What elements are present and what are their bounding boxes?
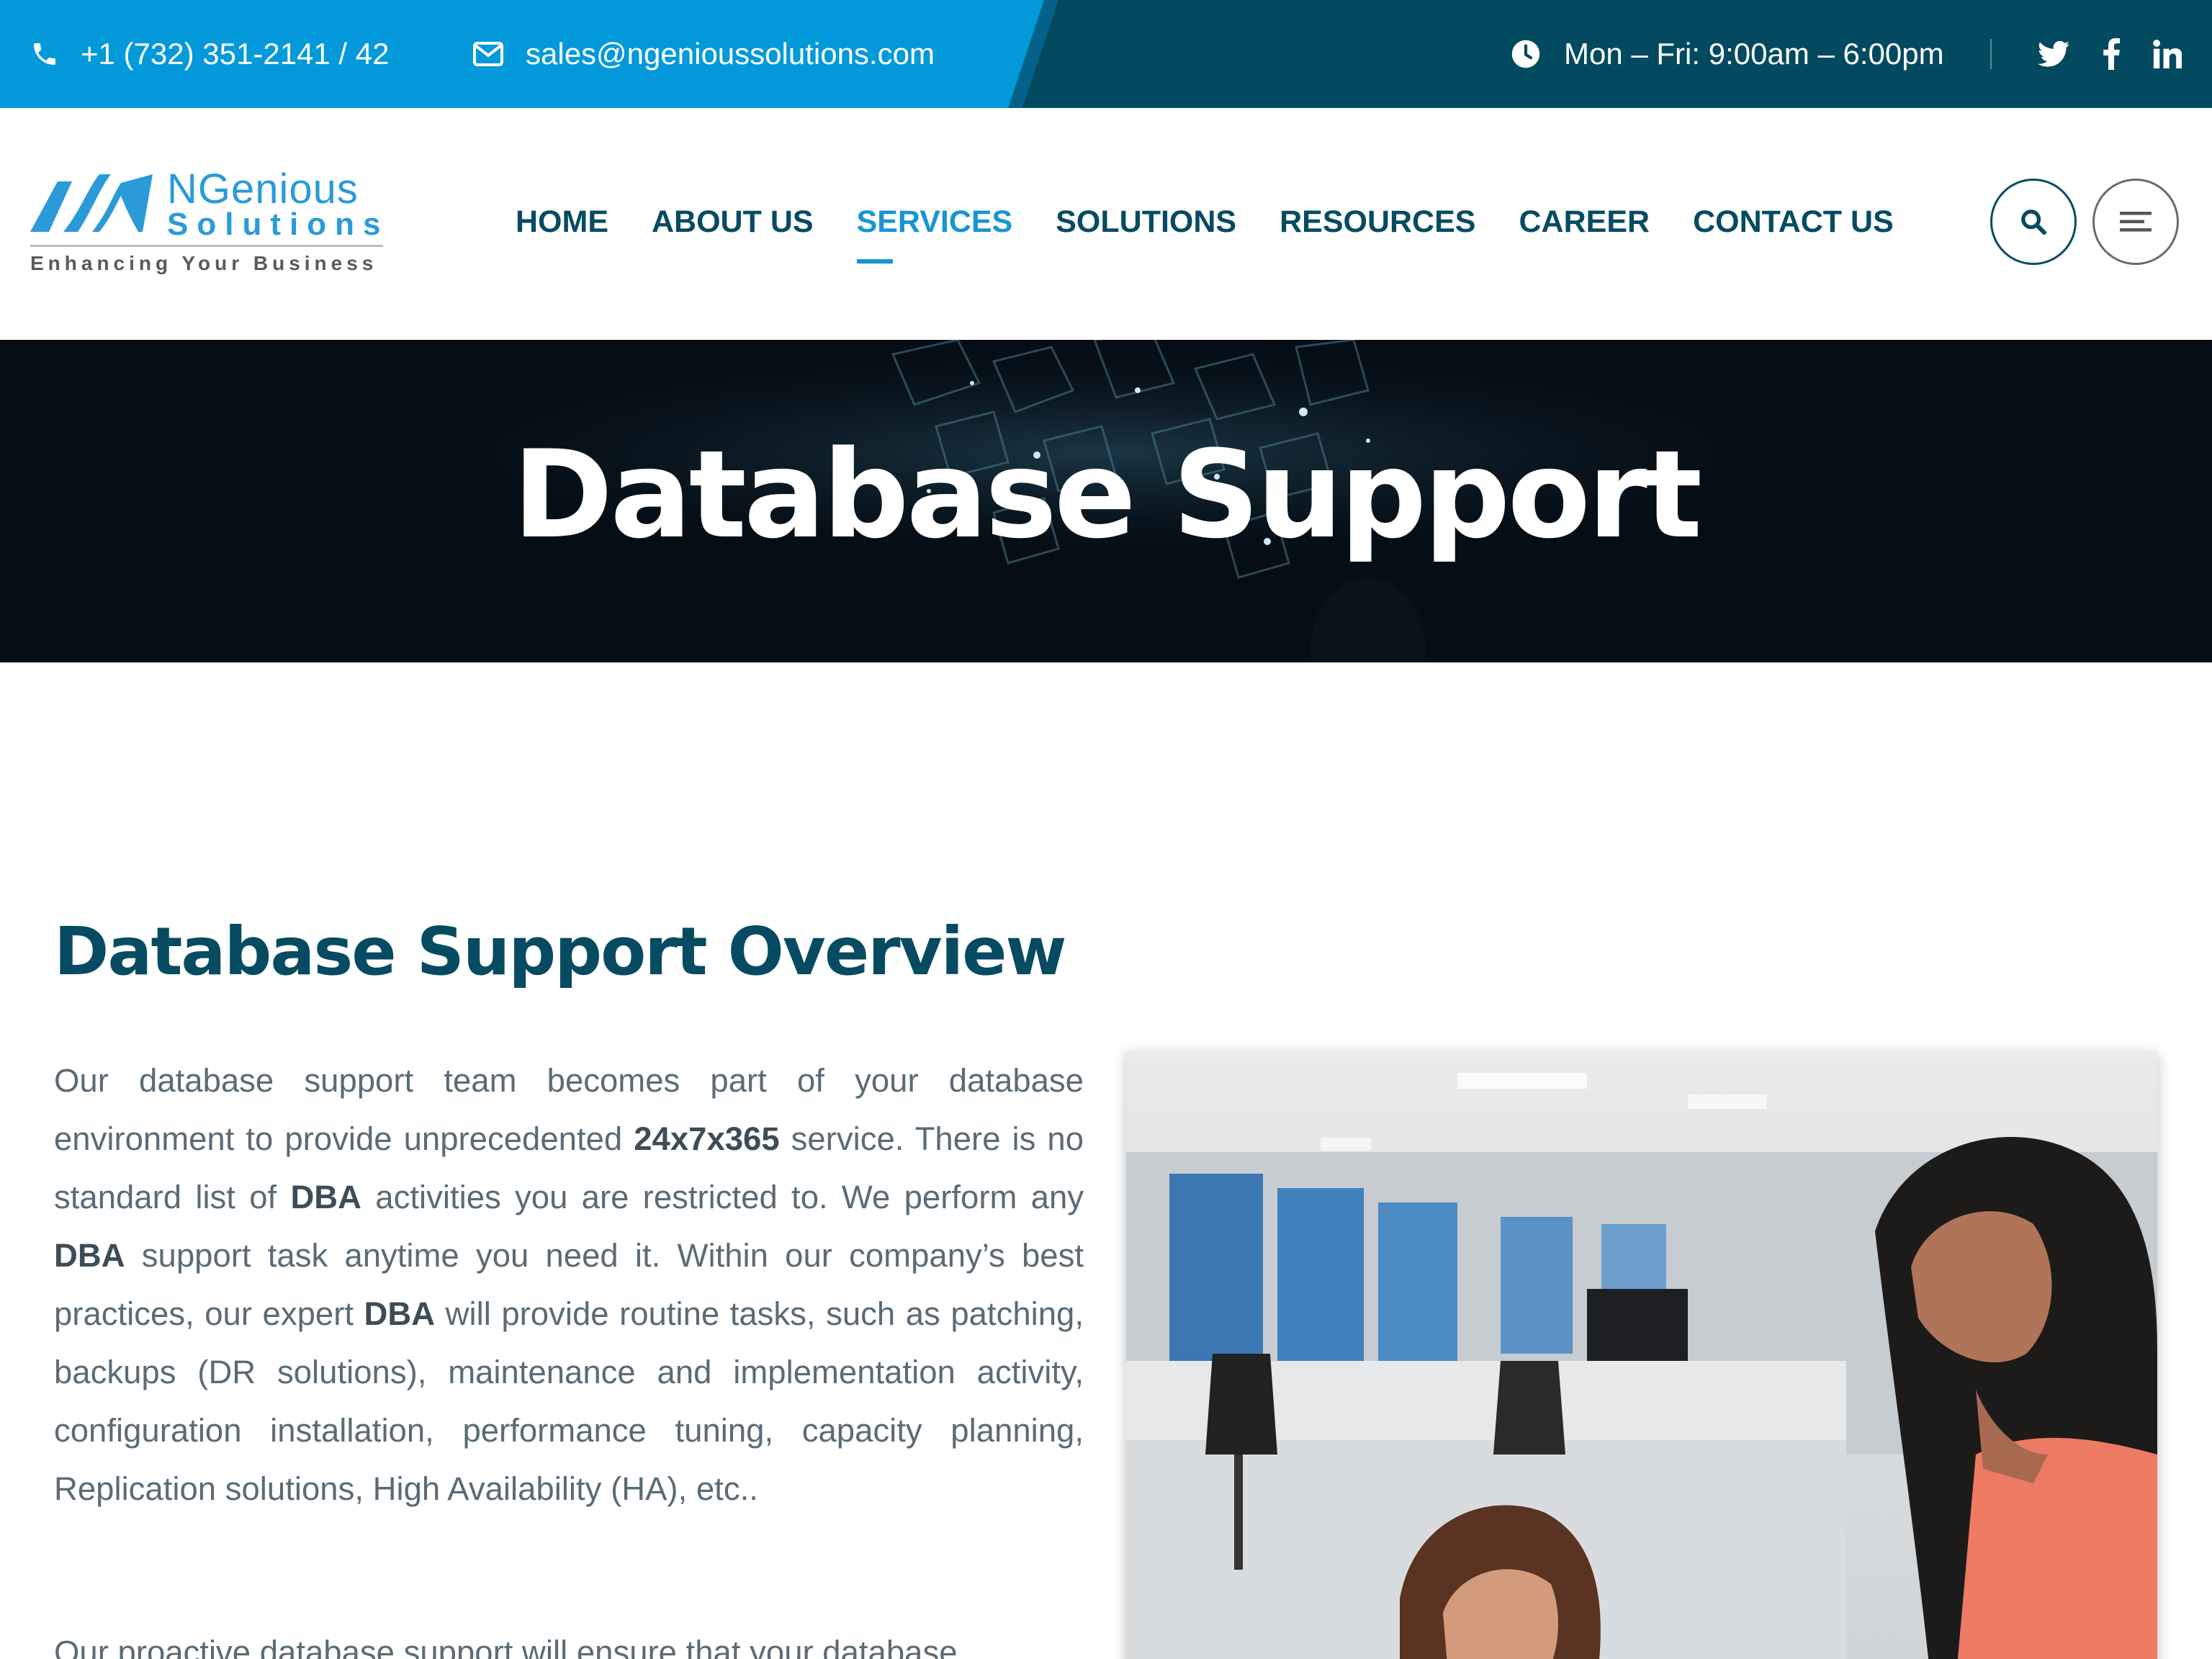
overview-paragraph: Our database support team becomes part o… <box>54 1051 1084 1518</box>
logo-underline <box>30 245 383 247</box>
business-hours: Mon – Fri: 9:00am – 6:00pm <box>1564 37 1944 71</box>
nav-home[interactable]: HOME <box>516 200 608 243</box>
overview-bold-2: DBA <box>290 1179 362 1215</box>
office-photo <box>1126 1051 2157 1659</box>
logo-mark-icon <box>30 174 153 232</box>
clock-icon <box>1511 40 1540 68</box>
linkedin-icon <box>2153 40 2182 68</box>
email-address: sales@ngenioussolutions.com <box>526 37 935 71</box>
overview-bold-3: DBA <box>54 1237 125 1274</box>
nav-resources[interactable]: RESOURCES <box>1280 200 1475 243</box>
search-icon <box>2021 210 2046 235</box>
main-navigation: HOME ABOUT US SERVICES SOLUTIONS RESOURC… <box>516 200 1937 264</box>
logo-line2: Solutions <box>167 207 390 242</box>
linkedin-link[interactable] <box>2146 0 2189 108</box>
phone-number: +1 (732) 351-2141 / 42 <box>81 37 390 71</box>
envelope-icon <box>473 42 503 66</box>
menu-button[interactable] <box>2092 179 2179 265</box>
logo-tagline: Enhancing Your Business <box>30 252 378 274</box>
topbar-phone[interactable]: +1 (732) 351-2141 / 42 <box>30 0 390 108</box>
page-hero-banner: Database Support <box>0 340 2212 662</box>
section-title: Database Support Overview <box>54 913 1067 990</box>
site-header: NGenious Solutions Enhancing Your Busine… <box>0 108 2212 340</box>
overview-bold-1: 24x7x365 <box>634 1120 780 1157</box>
search-button[interactable] <box>1990 179 2077 265</box>
office-photo-image <box>1126 1051 2157 1659</box>
hamburger-menu-icon <box>2120 212 2152 232</box>
overview-bold-4: DBA <box>364 1295 436 1332</box>
facebook-icon <box>2103 38 2120 70</box>
logo-wordmark: NGenious Solutions <box>167 167 389 240</box>
overview-text-3: activities you are restricted to. We per… <box>361 1179 1084 1215</box>
top-info-bar: +1 (732) 351-2141 / 42 sales@ngenioussol… <box>0 0 2212 108</box>
company-logo[interactable]: NGenious Solutions Enhancing Your Busine… <box>30 167 390 282</box>
nav-solutions[interactable]: SOLUTIONS <box>1056 200 1236 243</box>
topbar-hours: Mon – Fri: 9:00am – 6:00pm <box>1511 0 1944 108</box>
topbar-separator <box>1990 39 1992 69</box>
twitter-icon <box>2038 40 2069 67</box>
second-paragraph: Our proactive database support will ensu… <box>54 1634 958 1659</box>
logo-line1: NGenious <box>167 166 359 212</box>
nav-career[interactable]: CAREER <box>1519 200 1650 243</box>
phone-icon <box>34 43 55 65</box>
nav-contact-us[interactable]: CONTACT US <box>1693 200 1894 243</box>
facebook-link[interactable] <box>2090 0 2133 108</box>
topbar-email[interactable]: sales@ngenioussolutions.com <box>472 0 935 108</box>
twitter-link[interactable] <box>2032 0 2075 108</box>
nav-services[interactable]: SERVICES <box>856 200 1012 264</box>
page-title: Database Support <box>512 424 1702 565</box>
nav-about-us[interactable]: ABOUT US <box>652 200 814 243</box>
